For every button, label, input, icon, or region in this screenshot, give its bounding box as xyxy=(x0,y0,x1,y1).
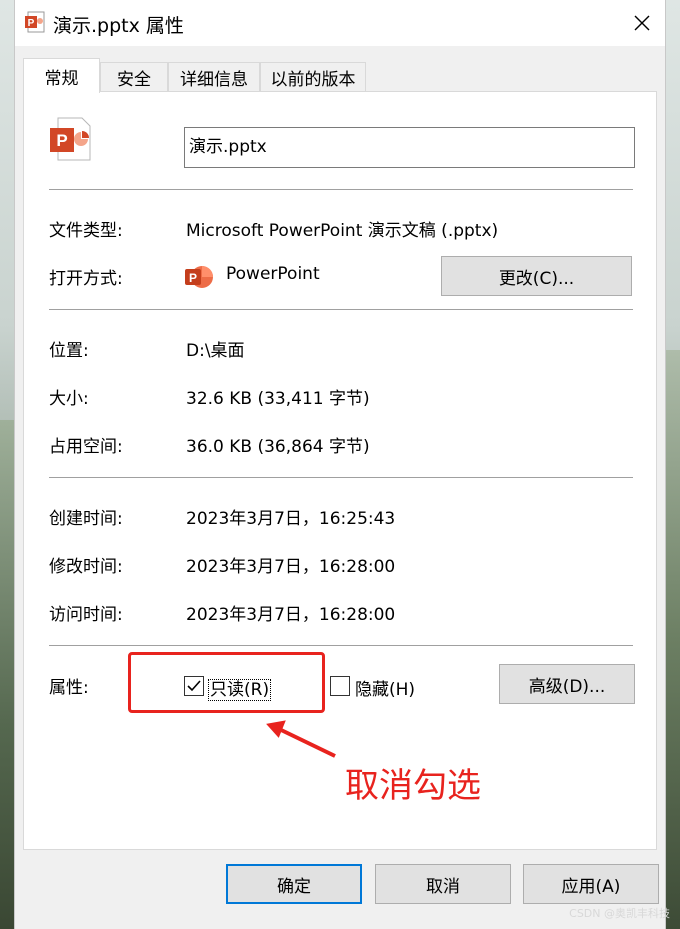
close-icon xyxy=(634,15,650,31)
svg-text:P: P xyxy=(28,18,35,29)
annotation-text: 取消勾选 xyxy=(345,766,481,806)
powerpoint-document-icon: P xyxy=(50,117,91,161)
hidden-checkbox[interactable] xyxy=(330,676,350,696)
tab-general[interactable]: 常规 xyxy=(23,58,100,93)
tab-security[interactable]: 安全 xyxy=(100,62,168,92)
size-label: 大小: xyxy=(49,389,89,409)
size-on-disk-label: 占用空间: xyxy=(49,437,123,457)
advanced-button[interactable]: 高级(D)... xyxy=(499,664,635,704)
separator xyxy=(49,477,633,478)
location-label: 位置: xyxy=(49,341,89,361)
svg-text:P: P xyxy=(189,271,197,285)
title-bar: P 演示.pptx 属性 xyxy=(15,0,665,46)
background-right xyxy=(666,350,680,929)
file-type-value: Microsoft PowerPoint 演示文稿 (.pptx) xyxy=(186,221,499,241)
attributes-label: 属性: xyxy=(49,678,89,698)
apply-button-label: 应用(A) xyxy=(561,876,621,897)
close-button[interactable] xyxy=(619,0,665,46)
open-with-value: PowerPoint xyxy=(226,264,320,284)
created-value: 2023年3月7日，16:25:43 xyxy=(186,509,396,529)
annotation-highlight-box xyxy=(128,652,325,713)
separator xyxy=(49,309,633,310)
ok-button-label: 确定 xyxy=(277,876,311,897)
change-button-label: 更改(C)... xyxy=(498,268,575,289)
modified-value: 2023年3月7日，16:28:00 xyxy=(186,557,396,577)
tab-previous-versions[interactable]: 以前的版本 xyxy=(260,62,366,92)
cancel-button[interactable]: 取消 xyxy=(375,864,511,904)
file-type-label: 文件类型: xyxy=(49,221,123,241)
properties-dialog: P 演示.pptx 属性 常规 安全 详细信息 以前的版本 P 演示.pptx … xyxy=(14,0,666,929)
annotation-arrow-icon xyxy=(266,720,336,758)
accessed-value: 2023年3月7日，16:28:00 xyxy=(186,605,396,625)
created-label: 创建时间: xyxy=(49,509,123,529)
accessed-label: 访问时间: xyxy=(49,605,123,625)
apply-button[interactable]: 应用(A) xyxy=(523,864,659,904)
separator xyxy=(49,189,633,190)
open-with-label: 打开方式: xyxy=(49,269,123,289)
size-value: 32.6 KB (33,411 字节) xyxy=(186,389,370,409)
powerpoint-file-icon: P xyxy=(25,11,45,33)
svg-text:P: P xyxy=(56,131,67,150)
modified-label: 修改时间: xyxy=(49,557,123,577)
ok-button[interactable]: 确定 xyxy=(226,864,362,904)
change-button[interactable]: 更改(C)... xyxy=(441,256,632,296)
separator xyxy=(49,645,633,646)
size-on-disk-value: 36.0 KB (36,864 字节) xyxy=(186,437,370,457)
tab-details[interactable]: 详细信息 xyxy=(168,62,260,92)
advanced-button-label: 高级(D)... xyxy=(528,676,606,697)
hidden-label[interactable]: 隐藏(H) xyxy=(355,675,415,700)
watermark: CSDN @奥凯丰科技 xyxy=(569,907,670,920)
powerpoint-app-icon: P xyxy=(185,266,213,288)
window-title: 演示.pptx 属性 xyxy=(53,15,184,37)
background-left xyxy=(0,420,14,929)
filename-input[interactable]: 演示.pptx xyxy=(184,127,635,168)
cancel-button-label: 取消 xyxy=(426,876,460,897)
location-value: D:\桌面 xyxy=(186,341,245,361)
